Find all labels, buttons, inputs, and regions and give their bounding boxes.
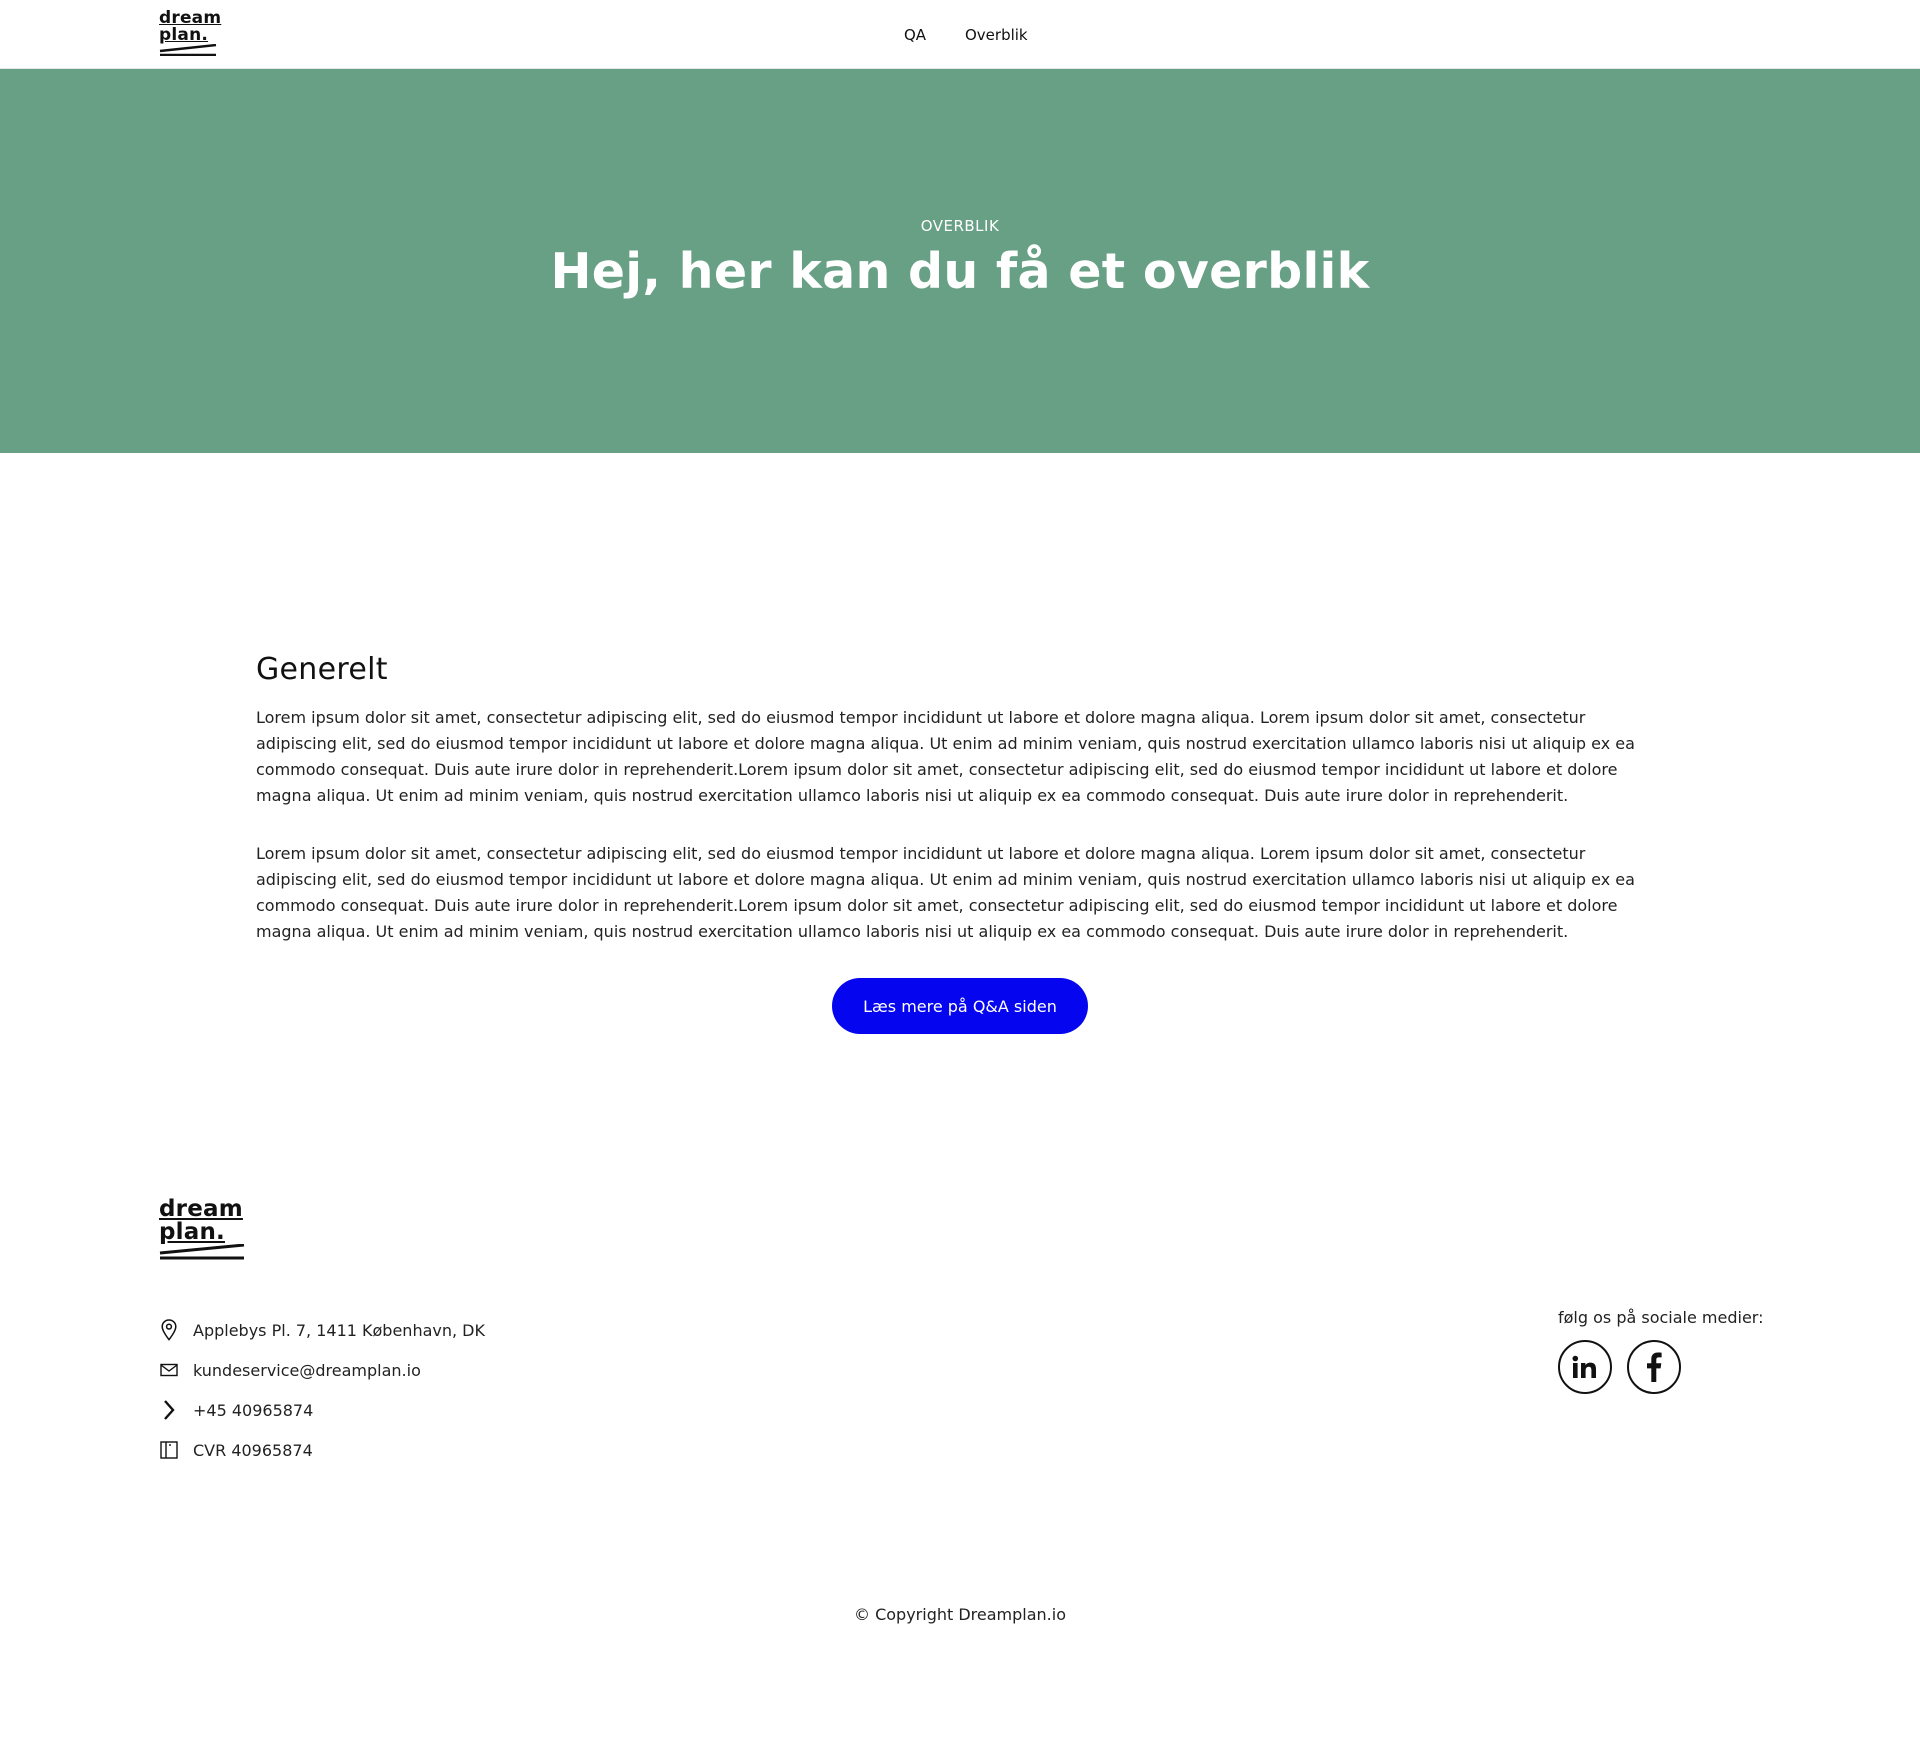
hero-eyebrow: OVERBLIK bbox=[920, 217, 1000, 235]
email-text: kundeservice@dreamplan.io bbox=[193, 1360, 421, 1380]
location-pin-icon bbox=[159, 1318, 179, 1342]
read-more-qa-button[interactable]: Læs mere på Q&A siden bbox=[832, 978, 1088, 1034]
nav-item-qa[interactable]: QA bbox=[904, 26, 926, 44]
site-header: dream plan. QA Overblik bbox=[0, 0, 1920, 69]
contact-cvr: CVR 40965874 bbox=[159, 1430, 485, 1470]
contact-address: Applebys Pl. 7, 1411 København, DK bbox=[159, 1310, 485, 1350]
linkedin-button[interactable] bbox=[1558, 1340, 1612, 1394]
facebook-icon bbox=[1646, 1352, 1662, 1382]
copyright: © Copyright Dreamplan.io bbox=[854, 1605, 1066, 1624]
section-heading: Generelt bbox=[256, 652, 388, 687]
phone-text: +45 40965874 bbox=[193, 1400, 314, 1420]
paragraph: Lorem ipsum dolor sit amet, consectetur … bbox=[256, 708, 1635, 805]
address-text: Applebys Pl. 7, 1411 København, DK bbox=[193, 1320, 485, 1340]
chevron-right-icon bbox=[159, 1398, 179, 1422]
logo-line-1: dream bbox=[159, 1196, 243, 1222]
hero-title: Hej, her kan du få et overblik bbox=[550, 243, 1370, 300]
mail-icon bbox=[159, 1358, 179, 1382]
linkedin-icon bbox=[1572, 1355, 1598, 1379]
paragraph: Lorem ipsum dolor sit amet, consectetur … bbox=[256, 844, 1635, 941]
nav-item-overblik[interactable]: Overblik bbox=[965, 26, 1028, 44]
main-nav: QA Overblik bbox=[0, 0, 1920, 69]
hero-banner: OVERBLIK Hej, her kan du få et overblik bbox=[0, 69, 1920, 453]
social-label: følg os på sociale medier: bbox=[1558, 1308, 1764, 1327]
main-content: Generelt Lorem ipsum dolor sit amet, con… bbox=[256, 652, 1656, 977]
building-icon bbox=[159, 1438, 179, 1462]
contact-list: Applebys Pl. 7, 1411 København, DK kunde… bbox=[159, 1310, 485, 1470]
cvr-text: CVR 40965874 bbox=[193, 1440, 313, 1460]
footer-logo[interactable]: dream plan. bbox=[159, 1198, 245, 1260]
logo-line-2: plan. bbox=[159, 1219, 225, 1245]
contact-email[interactable]: kundeservice@dreamplan.io bbox=[159, 1350, 485, 1390]
facebook-button[interactable] bbox=[1627, 1340, 1681, 1394]
logo-underline-icon bbox=[159, 1244, 245, 1260]
contact-phone[interactable]: +45 40965874 bbox=[159, 1390, 485, 1430]
